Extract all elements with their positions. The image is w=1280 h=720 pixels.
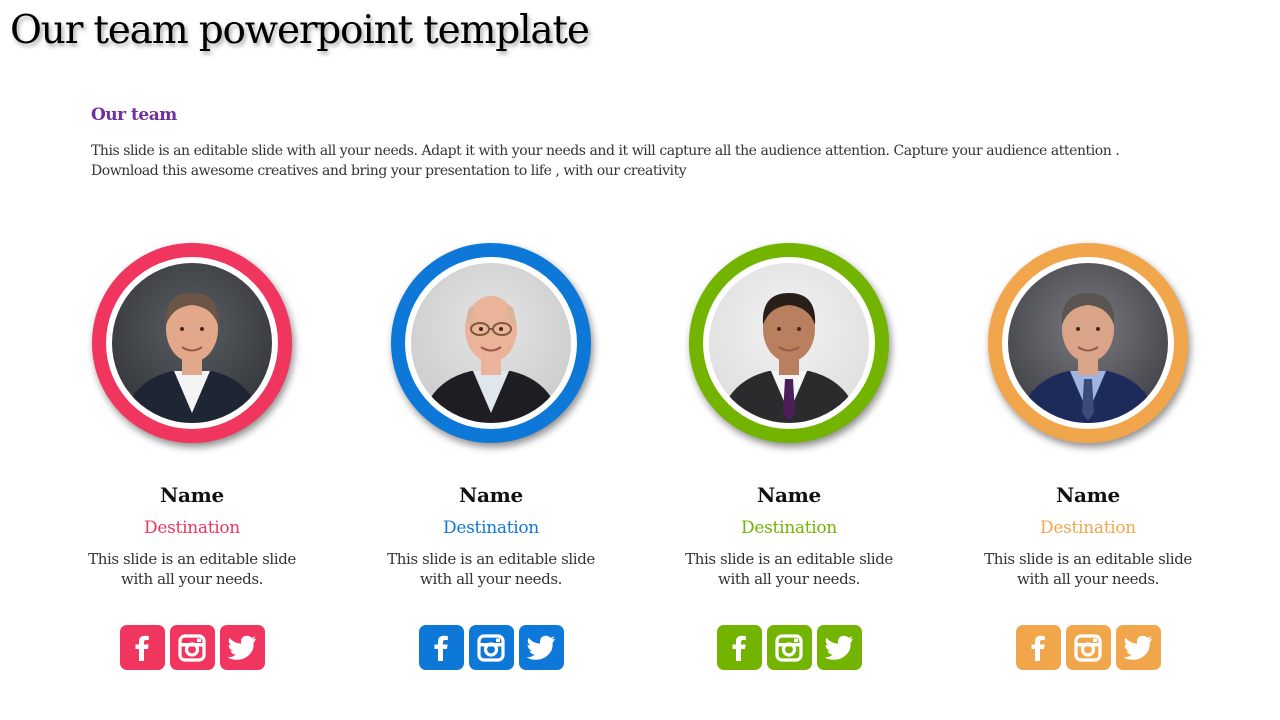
facebook-icon — [430, 635, 452, 661]
instagram-icon — [178, 633, 206, 662]
member-photo — [112, 263, 272, 423]
page-title: Our team powerpoint template — [10, 8, 590, 53]
member-description-line: This slide is an editable slide — [88, 550, 296, 568]
member-description-line: with all your needs. — [718, 570, 860, 588]
social-links — [968, 625, 1208, 670]
member-description-line: This slide is an editable slide — [984, 550, 1192, 568]
member-role: Destination — [1040, 518, 1136, 538]
twitter-button[interactable] — [1115, 625, 1161, 670]
avatar-ring — [988, 243, 1188, 443]
instagram-button[interactable] — [766, 625, 812, 670]
instagram-icon — [1074, 633, 1102, 662]
social-links — [72, 625, 312, 670]
intro-line: This slide is an editable slide with all… — [91, 143, 1120, 159]
twitter-button[interactable] — [518, 625, 564, 670]
instagram-icon — [477, 633, 505, 662]
twitter-button[interactable] — [816, 625, 862, 670]
instagram-button[interactable] — [1065, 625, 1111, 670]
member-description-line: with all your needs. — [1017, 570, 1159, 588]
facebook-icon — [131, 635, 153, 661]
avatar-ring — [391, 243, 591, 443]
instagram-button[interactable] — [468, 625, 514, 670]
member-name: Name — [160, 483, 224, 507]
member-description: This slide is an editable slide with all… — [968, 549, 1208, 589]
twitter-icon — [1123, 635, 1153, 661]
member-description: This slide is an editable slide with all… — [72, 549, 312, 589]
member-photo — [709, 263, 869, 423]
member-photo — [411, 263, 571, 423]
facebook-icon — [1027, 635, 1049, 661]
avatar — [112, 263, 272, 423]
twitter-icon — [526, 635, 556, 661]
member-description-line: This slide is an editable slide — [685, 550, 893, 568]
avatar — [709, 263, 869, 423]
facebook-button[interactable] — [418, 625, 464, 670]
avatar — [1008, 263, 1168, 423]
intro-line: Download this awesome creatives and brin… — [91, 163, 687, 179]
intro-paragraph: This slide is an editable slide with all… — [91, 141, 1171, 181]
member-description: This slide is an editable slide with all… — [371, 549, 611, 589]
section-heading: Our team — [91, 105, 177, 125]
facebook-button[interactable] — [1015, 625, 1061, 670]
avatar-ring — [689, 243, 889, 443]
social-links — [669, 625, 909, 670]
instagram-button[interactable] — [169, 625, 215, 670]
member-photo — [1008, 263, 1168, 423]
member-description: This slide is an editable slide with all… — [669, 549, 909, 589]
facebook-icon — [728, 635, 750, 661]
instagram-icon — [775, 633, 803, 662]
avatar-inner-border — [703, 257, 875, 429]
twitter-button[interactable] — [219, 625, 265, 670]
avatar — [411, 263, 571, 423]
avatar-inner-border — [106, 257, 278, 429]
member-role: Destination — [144, 518, 240, 538]
team-member-card: Name Destination This slide is an editab… — [72, 243, 312, 670]
avatar-inner-border — [1002, 257, 1174, 429]
member-name: Name — [1056, 483, 1120, 507]
avatar-ring — [92, 243, 292, 443]
member-description-line: with all your needs. — [420, 570, 562, 588]
member-name: Name — [757, 483, 821, 507]
social-links — [371, 625, 611, 670]
team-member-card: Name Destination This slide is an editab… — [968, 243, 1208, 670]
team-member-card: Name Destination This slide is an editab… — [669, 243, 909, 670]
facebook-button[interactable] — [716, 625, 762, 670]
twitter-icon — [227, 635, 257, 661]
member-role: Destination — [741, 518, 837, 538]
facebook-button[interactable] — [119, 625, 165, 670]
twitter-icon — [824, 635, 854, 661]
member-name: Name — [459, 483, 523, 507]
member-role: Destination — [443, 518, 539, 538]
avatar-inner-border — [405, 257, 577, 429]
team-member-card: Name Destination This slide is an editab… — [371, 243, 611, 670]
member-description-line: This slide is an editable slide — [387, 550, 595, 568]
member-description-line: with all your needs. — [121, 570, 263, 588]
